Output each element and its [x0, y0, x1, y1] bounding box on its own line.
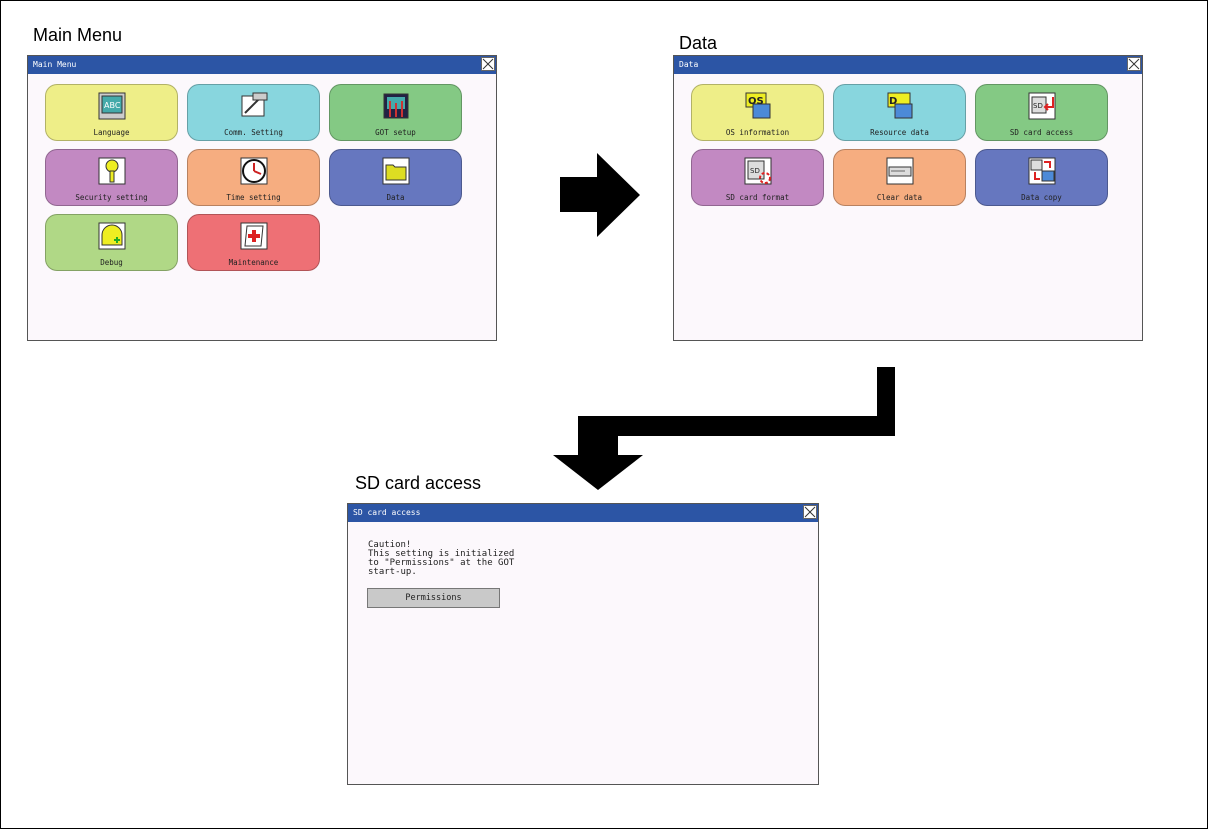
- right-arrow-icon: [560, 153, 640, 237]
- flow-arrows: [553, 153, 895, 490]
- down-arrow-icon: [553, 367, 895, 490]
